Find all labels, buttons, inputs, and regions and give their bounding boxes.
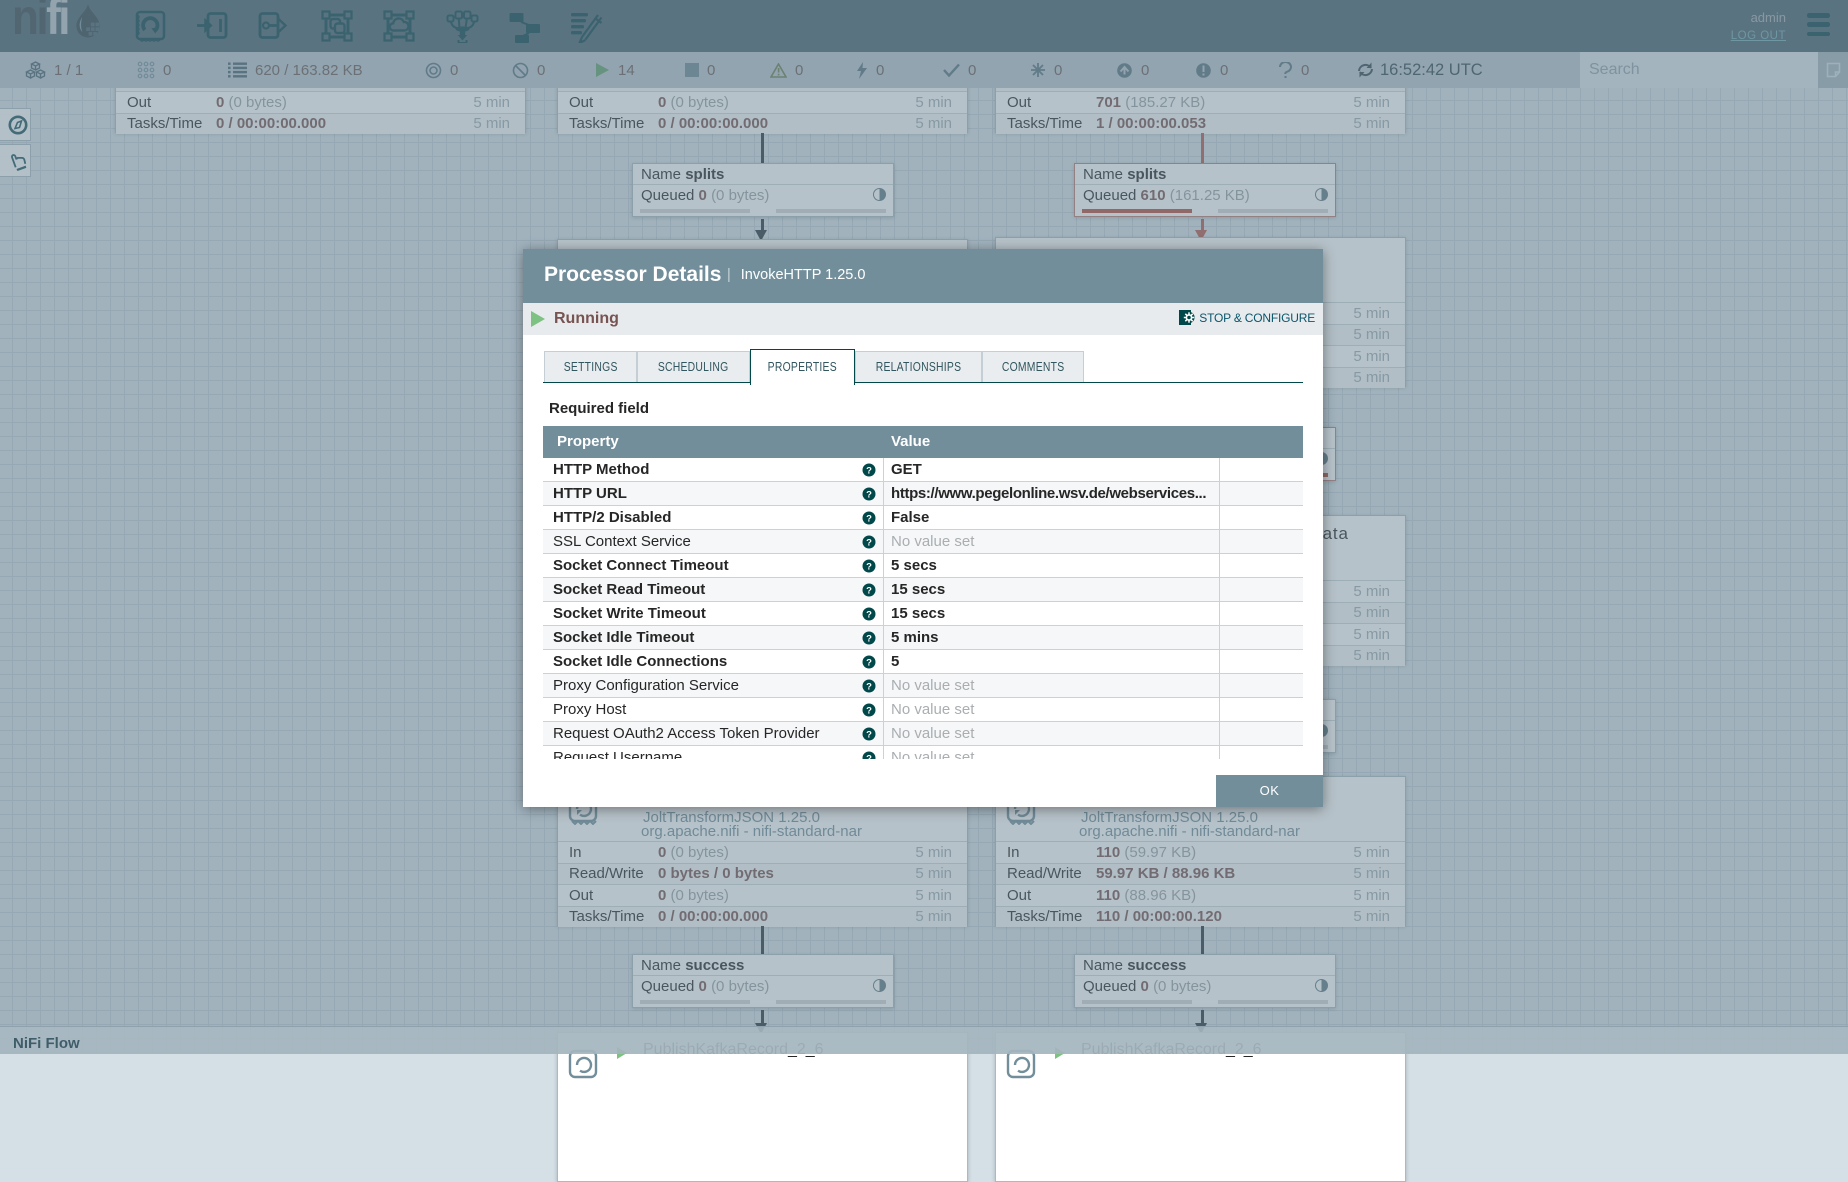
svg-text:?: ? xyxy=(866,729,872,740)
svg-text:?: ? xyxy=(866,609,872,620)
svg-text:?: ? xyxy=(866,537,872,548)
svg-text:?: ? xyxy=(866,465,872,476)
svg-text:?: ? xyxy=(866,513,872,524)
svg-text:?: ? xyxy=(866,705,872,716)
svg-text:?: ? xyxy=(866,657,872,668)
svg-text:?: ? xyxy=(866,753,872,759)
svg-text:?: ? xyxy=(866,561,872,572)
svg-text:?: ? xyxy=(866,585,872,596)
svg-text:?: ? xyxy=(866,489,872,500)
svg-text:?: ? xyxy=(866,633,872,644)
svg-text:?: ? xyxy=(866,681,872,692)
